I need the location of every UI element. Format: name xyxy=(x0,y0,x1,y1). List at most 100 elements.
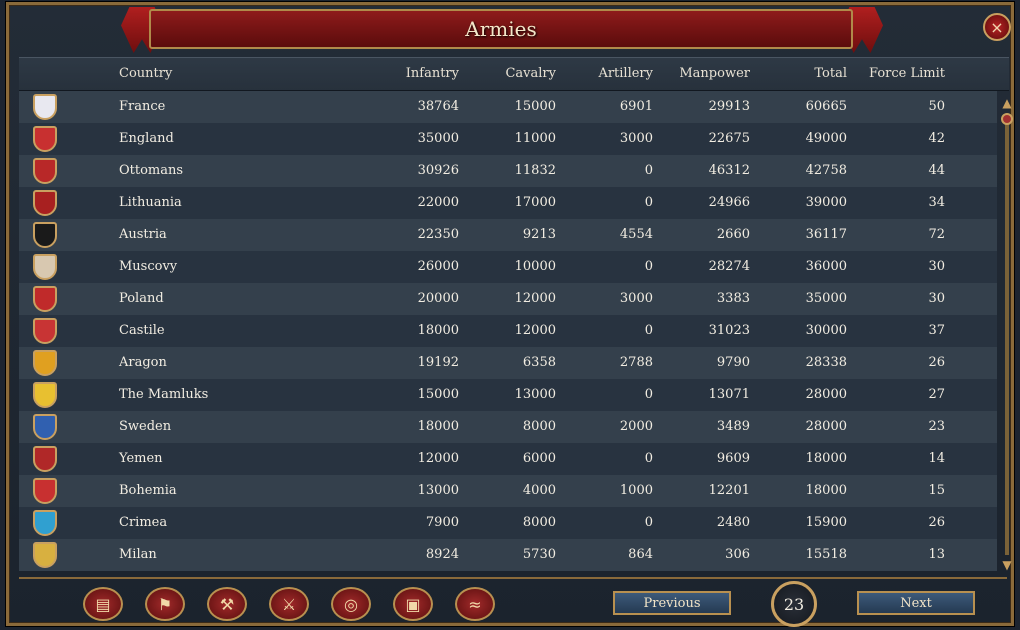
country-flag-icon[interactable] xyxy=(33,190,57,216)
table-row[interactable]: Poland 20000 12000 3000 3383 35000 30 xyxy=(19,283,997,315)
cell-artillery: 4554 xyxy=(619,227,653,242)
header-infantry[interactable]: Infantry xyxy=(369,66,459,81)
table-row[interactable]: Crimea 7900 8000 0 2480 15900 26 xyxy=(19,507,997,539)
header-country[interactable]: Country xyxy=(119,66,172,81)
table-row[interactable]: Castile 18000 12000 0 31023 30000 37 xyxy=(19,315,997,347)
country-flag-icon[interactable] xyxy=(33,446,57,472)
cell-force-limit: 27 xyxy=(928,387,945,402)
table-row[interactable]: Muscovy 26000 10000 0 28274 36000 30 xyxy=(19,251,997,283)
cell-force-limit: 26 xyxy=(928,515,945,530)
country-flag-icon[interactable] xyxy=(33,158,57,184)
cell-infantry: 15000 xyxy=(417,387,459,402)
country-name: Ottomans xyxy=(119,163,184,178)
cell-infantry: 18000 xyxy=(417,419,459,434)
table-row[interactable]: Austria 22350 9213 4554 2660 36117 72 xyxy=(19,219,997,251)
table-row[interactable]: Aragon 19192 6358 2788 9790 28338 26 xyxy=(19,347,997,379)
cell-force-limit: 37 xyxy=(928,323,945,338)
country-flag-icon[interactable] xyxy=(33,350,57,376)
coins-button[interactable]: ◎ xyxy=(331,587,371,621)
country-flag-icon[interactable] xyxy=(33,318,57,344)
cell-force-limit: 34 xyxy=(928,195,945,210)
cell-force-limit: 30 xyxy=(928,291,945,306)
country-flag-icon[interactable] xyxy=(33,94,57,120)
cell-total: 30000 xyxy=(805,323,847,338)
cell-manpower: 12201 xyxy=(708,483,750,498)
scroll-track[interactable] xyxy=(1005,115,1009,555)
cell-cavalry: 8000 xyxy=(522,419,556,434)
cell-force-limit: 13 xyxy=(928,547,945,562)
cell-force-limit: 44 xyxy=(928,163,945,178)
country-name: Bohemia xyxy=(119,483,177,498)
coins-icon: ◎ xyxy=(344,594,358,614)
country-flag-icon[interactable] xyxy=(33,286,57,312)
country-flag-icon[interactable] xyxy=(33,254,57,280)
country-flag-icon[interactable] xyxy=(33,414,57,440)
table-row[interactable]: England 35000 11000 3000 22675 49000 42 xyxy=(19,123,997,155)
cell-infantry: 22000 xyxy=(417,195,459,210)
table-row[interactable]: Bohemia 13000 4000 1000 12201 18000 15 xyxy=(19,475,997,507)
table-row[interactable]: Lithuania 22000 17000 0 24966 39000 34 xyxy=(19,187,997,219)
cell-artillery: 864 xyxy=(628,547,653,562)
table-row[interactable]: The Mamluks 15000 13000 0 13071 28000 27 xyxy=(19,379,997,411)
previous-button[interactable]: Previous xyxy=(613,591,731,615)
cell-manpower: 46312 xyxy=(708,163,750,178)
next-button[interactable]: Next xyxy=(857,591,975,615)
cell-total: 36000 xyxy=(805,259,847,274)
production-button[interactable]: ⚒ xyxy=(207,587,247,621)
cell-cavalry: 12000 xyxy=(514,323,556,338)
table-row[interactable]: France 38764 15000 6901 29913 60665 50 xyxy=(19,91,997,123)
cell-infantry: 19192 xyxy=(417,355,459,370)
country-flag-icon[interactable] xyxy=(33,542,57,568)
table-row[interactable]: Sweden 18000 8000 2000 3489 28000 23 xyxy=(19,411,997,443)
header-force-limit[interactable]: Force Limit xyxy=(855,66,945,81)
scroll-thumb[interactable] xyxy=(1001,113,1013,125)
cell-artillery: 0 xyxy=(644,195,653,210)
country-flag-icon[interactable] xyxy=(33,126,57,152)
cell-artillery: 6901 xyxy=(619,99,653,114)
cell-force-limit: 15 xyxy=(928,483,945,498)
cell-artillery: 0 xyxy=(644,259,653,274)
cell-cavalry: 11832 xyxy=(514,163,556,178)
cell-infantry: 38764 xyxy=(417,99,459,114)
production-icon: ⚒ xyxy=(219,594,235,614)
trade-goods-button[interactable]: ▣ xyxy=(393,587,433,621)
cell-artillery: 2788 xyxy=(619,355,653,370)
scroll-up-arrow-icon[interactable]: ▲ xyxy=(1001,97,1013,109)
table-row[interactable]: Ottomans 30926 11832 0 46312 42758 44 xyxy=(19,155,997,187)
cell-manpower: 9790 xyxy=(716,355,750,370)
page-number: 23 xyxy=(771,581,817,627)
header-manpower[interactable]: Manpower xyxy=(660,66,750,81)
cell-cavalry: 11000 xyxy=(514,131,556,146)
header-total[interactable]: Total xyxy=(757,66,847,81)
country-name: Castile xyxy=(119,323,165,338)
cell-infantry: 30926 xyxy=(417,163,459,178)
cell-artillery: 0 xyxy=(644,451,653,466)
scroll-down-arrow-icon[interactable]: ▼ xyxy=(1001,559,1013,571)
scrollbar[interactable]: ▲ ▼ xyxy=(999,97,1015,577)
close-button[interactable]: × xyxy=(983,13,1011,41)
ledger-button[interactable]: ▤ xyxy=(83,587,123,621)
country-flag-icon[interactable] xyxy=(33,478,57,504)
cell-total: 60665 xyxy=(805,99,847,114)
handshake-button[interactable]: ≈ xyxy=(455,587,495,621)
flags-button[interactable]: ⚑ xyxy=(145,587,185,621)
swords-button[interactable]: ⚔ xyxy=(269,587,309,621)
country-flag-icon[interactable] xyxy=(33,382,57,408)
cell-artillery: 3000 xyxy=(619,131,653,146)
cell-manpower: 28274 xyxy=(708,259,750,274)
cell-cavalry: 8000 xyxy=(522,515,556,530)
country-name: Aragon xyxy=(119,355,167,370)
country-name: The Mamluks xyxy=(119,387,209,402)
header-cavalry[interactable]: Cavalry xyxy=(466,66,556,81)
cell-cavalry: 9213 xyxy=(522,227,556,242)
cell-cavalry: 6000 xyxy=(522,451,556,466)
country-flag-icon[interactable] xyxy=(33,510,57,536)
table-row[interactable]: Milan 8924 5730 864 306 15518 13 xyxy=(19,539,997,571)
cell-total: 36117 xyxy=(805,227,847,242)
country-flag-icon[interactable] xyxy=(33,222,57,248)
cell-artillery: 3000 xyxy=(619,291,653,306)
cell-cavalry: 12000 xyxy=(514,291,556,306)
cell-force-limit: 14 xyxy=(928,451,945,466)
header-artillery[interactable]: Artillery xyxy=(563,66,653,81)
table-row[interactable]: Yemen 12000 6000 0 9609 18000 14 xyxy=(19,443,997,475)
